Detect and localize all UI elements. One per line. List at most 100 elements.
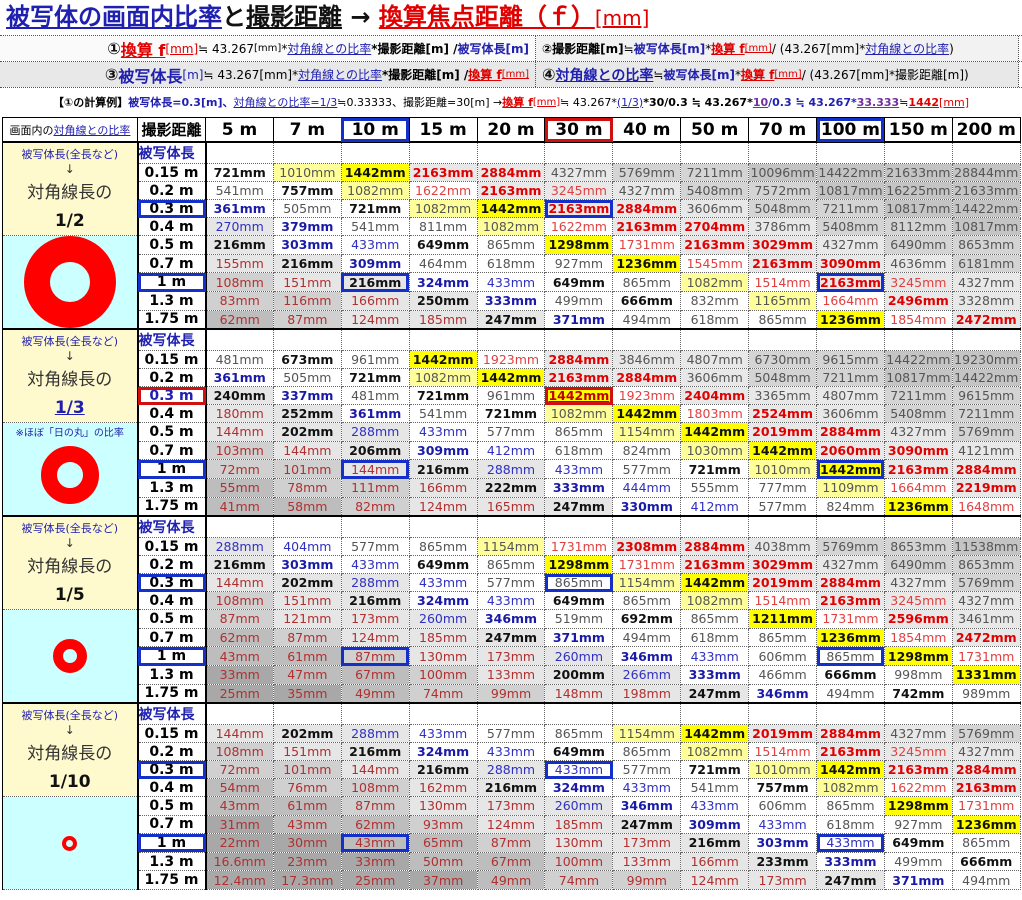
- focal-length-cell: 4327mm: [544, 163, 614, 182]
- focal-length-cell: 133mm: [477, 665, 546, 685]
- formula-2: ② 撮影距離[m] ≒ 被写体長[m] * 換算 f [mm] / (43.267[mm…: [536, 36, 1019, 61]
- focal-length-cell: 3328mm: [952, 291, 1021, 311]
- focal-length-cell: 618mm: [680, 628, 750, 648]
- focal-length-cell: 173mm: [477, 796, 546, 816]
- focal-length-cell: 3606mm: [816, 404, 885, 423]
- focal-length-cell: 1442mm: [748, 441, 818, 461]
- focal-length-cell: 3461mm: [952, 609, 1021, 629]
- focal-length-cell: 379mm: [273, 217, 342, 236]
- side-top-text: 被写体長(全長など): [21, 335, 119, 348]
- header-distance-2: 10 m: [340, 117, 410, 143]
- focal-length-cell: 1109mm: [816, 478, 885, 498]
- focal-length-cell: 412mm: [477, 441, 546, 461]
- focal-length-cell: 824mm: [612, 441, 682, 461]
- focal-length-cell: 865mm: [544, 422, 614, 442]
- subject-length-label: 1 m: [136, 646, 207, 667]
- subject-length-label: 1.75 m: [136, 310, 207, 330]
- focal-length-cell: 309mm: [341, 254, 410, 274]
- focal-length-cell: 433mm: [680, 796, 750, 816]
- focal-length-cell: 43mm: [273, 815, 342, 835]
- focal-length-cell: 1298mm: [544, 555, 614, 574]
- focal-length-cell: 270mm: [205, 217, 274, 236]
- focal-length-cell: 865mm: [544, 573, 614, 592]
- focal-length-cell: 1154mm: [612, 422, 682, 442]
- focal-length-cell: 148mm: [544, 684, 614, 704]
- focal-length-cell: 499mm: [884, 852, 953, 872]
- empty-cell: [816, 515, 885, 538]
- focal-length-cell: 49mm: [477, 870, 546, 890]
- focal-length-cell: 330mm: [612, 497, 682, 517]
- focal-length-cell: 2163mm: [680, 235, 750, 255]
- focal-length-cell: 6490mm: [884, 235, 953, 255]
- empty-cell: [544, 702, 614, 725]
- focal-length-cell: 673mm: [273, 350, 342, 369]
- ratio-illustration-cell: [2, 235, 138, 330]
- focal-length-cell: 481mm: [341, 386, 410, 405]
- down-arrow-icon: ↓: [64, 162, 75, 176]
- focal-length-cell: 1236mm: [612, 254, 682, 274]
- focal-length-cell: 2884mm: [680, 537, 750, 556]
- focal-length-cell: 1731mm: [952, 646, 1021, 667]
- focal-length-cell: 505mm: [273, 368, 342, 387]
- focal-length-cell: 2884mm: [816, 573, 885, 592]
- focal-length-cell: 1664mm: [884, 478, 953, 498]
- title-unit: [mm]: [594, 6, 650, 30]
- focal-length-cell: 811mm: [409, 217, 478, 236]
- formula-term: 対角線との比率: [287, 42, 372, 56]
- table-row: 0.15 m 481mm 673mm 961mm 1442mm 1923mm 2884mm 3…: [3, 350, 1021, 369]
- focal-length-cell: 3365mm: [748, 386, 818, 405]
- focal-length-cell: 865mm: [612, 272, 682, 293]
- focal-length-cell: 998mm: [884, 665, 953, 685]
- focal-length-cell: 10096mm: [748, 163, 818, 182]
- empty-cell: [544, 141, 614, 164]
- side-label: 対角線長の: [27, 370, 113, 390]
- table-row: 0.7 m 103mm 144mm 206mm 309mm 412mm 618mm 824mm…: [3, 441, 1021, 461]
- focal-length-cell: 7211mm: [816, 199, 885, 218]
- focal-length-cell: 692mm: [612, 609, 682, 629]
- focal-length-cell: 2884mm: [952, 459, 1021, 480]
- focal-length-cell: 649mm: [544, 591, 614, 610]
- focal-length-cell: 4327mm: [884, 422, 953, 442]
- focal-length-cell: 62mm: [205, 310, 274, 330]
- focal-length-cell: 1803mm: [680, 404, 750, 423]
- table-row: 0.4 m 108mm 151mm 216mm 324mm 433mm 649mm 865mm…: [3, 591, 1021, 610]
- table-row: 0.3 m 144mm 202mm 288mm 433mm 577mm 865mm 1154m…: [3, 573, 1021, 592]
- focal-length-cell: 346mm: [748, 684, 818, 704]
- focal-length-cell: 2163mm: [748, 254, 818, 274]
- focal-length-cell: 216mm: [680, 833, 750, 853]
- focal-length-cell: 288mm: [477, 459, 546, 480]
- focal-length-cell: 173mm: [612, 833, 682, 853]
- header-distance-8: 70 m: [748, 117, 818, 143]
- focal-length-cell: 67mm: [477, 852, 546, 872]
- empty-cell: [884, 515, 953, 538]
- focal-length-cell: 43mm: [205, 646, 274, 667]
- focal-length-cell: 21633mm: [884, 163, 953, 182]
- focal-length-cell: 21633mm: [952, 181, 1021, 200]
- subject-length-label: 0.7 m: [136, 628, 207, 648]
- focal-length-cell: 2019mm: [748, 724, 818, 743]
- empty-cell: [748, 515, 818, 538]
- empty-cell: [273, 702, 342, 725]
- focal-length-cell: 464mm: [409, 254, 478, 274]
- focal-length-cell: 288mm: [205, 537, 274, 556]
- focal-length-cell: 1165mm: [748, 291, 818, 311]
- focal-length-cell: 10817mm: [884, 199, 953, 218]
- focal-length-cell: 721mm: [680, 459, 750, 480]
- table-row: 0.4 m 180mm 252mm 361mm 541mm 721mm 1082mm 1442…: [3, 404, 1021, 423]
- focal-length-cell: 433mm: [544, 459, 614, 480]
- empty-cell: [952, 515, 1021, 538]
- focal-length-cell: 1514mm: [748, 272, 818, 293]
- focal-length-cell: 337mm: [273, 386, 342, 405]
- focal-length-cell: 87mm: [273, 628, 342, 648]
- focal-length-cell: 130mm: [409, 646, 478, 667]
- focal-length-cell: 74mm: [544, 870, 614, 890]
- table-row: ※ほぼ「日の丸」の比率 0.5 m 144mm 202mm 288mm 433mm 577m…: [2, 422, 1021, 517]
- focal-length-cell: 961mm: [341, 350, 410, 369]
- focal-length-cell: 541mm: [409, 404, 478, 423]
- focal-length-cell: 216mm: [409, 459, 478, 480]
- focal-length-cell: 7211mm: [680, 163, 750, 182]
- focal-length-cell: 76mm: [273, 778, 342, 797]
- example-text: 【①の計算例】: [52, 96, 129, 109]
- focal-length-cell: 1082mm: [680, 272, 750, 293]
- title-and: と: [222, 3, 246, 31]
